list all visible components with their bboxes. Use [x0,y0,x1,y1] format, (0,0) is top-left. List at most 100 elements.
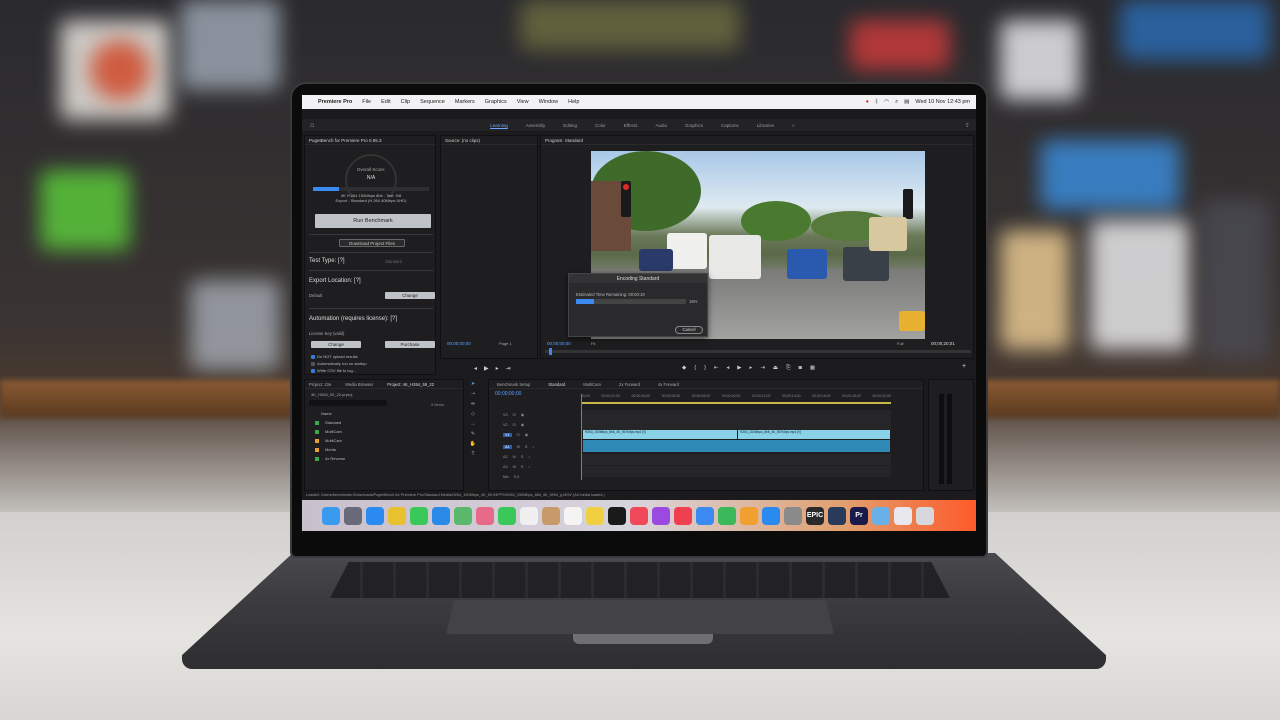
facetime-icon[interactable] [498,506,516,525]
track-header-a3[interactable]: A3 M S ♪ [503,462,577,471]
run-benchmark-button[interactable]: Run Benchmark [315,214,431,228]
lock-icon[interactable]: ⊡ [517,432,520,437]
tab-audio[interactable]: Audio [655,123,667,128]
tv-icon[interactable] [608,506,626,525]
step-forward-icon[interactable]: ▸ [750,365,753,371]
razor-tool-icon[interactable]: ◇ [471,411,475,417]
go-to-out-icon[interactable]: ⇥ [760,365,765,371]
reminders-icon[interactable] [564,506,582,525]
menu-help[interactable]: Help [568,99,579,105]
eye-icon[interactable]: ◉ [521,412,524,417]
music-icon[interactable] [630,506,648,525]
extract-icon[interactable]: ⎘ [786,365,790,372]
tab-learning[interactable]: Learning [490,123,508,128]
go-to-in-icon[interactable]: ⇤ [714,365,719,371]
track-header-v3[interactable]: V3 ⊡ ◉ [503,410,577,419]
checkbox-write-csv[interactable]: Write CSV file to log... [311,368,356,373]
workspace-more-button[interactable]: » [792,123,795,128]
ripple-edit-icon[interactable]: ⇹ [471,401,475,407]
project-search-input[interactable] [309,400,387,406]
checkbox-auto-run[interactable]: Automatically run on startup [311,361,367,366]
menu-graphics[interactable]: Graphics [485,99,507,105]
menu-edit[interactable]: Edit [381,99,390,105]
launchpad-icon[interactable] [344,506,362,525]
mail-icon[interactable] [432,506,450,525]
tab-captions[interactable]: Captions [721,123,739,128]
control-center-icon[interactable]: ▤ [904,99,909,105]
slip-tool-icon[interactable]: ↔ [471,421,476,427]
name-column-header[interactable]: Name [321,411,332,416]
finder-icon[interactable] [322,506,340,525]
safari-icon[interactable] [366,506,384,525]
calendar-icon[interactable] [520,506,538,525]
menu-sequence[interactable]: Sequence [420,99,445,105]
step-forward-icon[interactable]: ▸ [496,365,499,372]
program-timecode[interactable]: 00;00;00;00 [547,341,571,346]
insert-icon[interactable]: ⇥ [506,365,511,372]
selection-tool-icon[interactable]: ➤ [471,381,475,387]
track-lane[interactable] [581,454,891,465]
messages-icon[interactable] [410,506,428,525]
epic-games-icon[interactable]: EPIC [806,506,824,525]
mute-icon[interactable]: M [513,455,516,459]
menu-view[interactable]: View [517,99,529,105]
zoom-fit-select[interactable]: Fit [591,341,595,346]
tab-project-22e[interactable]: Project: 22e [309,382,331,387]
tab-graphics[interactable]: Graphics [685,123,703,128]
eye-icon[interactable]: ◉ [521,422,524,427]
track-header-a2[interactable]: A2 M S ♪ [503,452,577,461]
bluetooth-icon[interactable]: ᛒ [875,99,878,105]
test-type-select[interactable]: Standard [385,259,402,264]
news-icon[interactable] [674,506,692,525]
audio-clip[interactable] [583,440,890,452]
play-icon[interactable]: ▶ [737,365,741,371]
maps-icon[interactable] [454,506,472,525]
playhead[interactable] [549,348,552,355]
menu-markers[interactable]: Markers [455,99,475,105]
master-track[interactable]: Mix 0.0 [503,472,577,481]
mute-icon[interactable]: M [517,445,520,449]
settings-icon[interactable] [784,506,802,525]
menu-file[interactable]: File [362,99,371,105]
checkbox-no-upload[interactable]: Do NOT upload results [311,354,358,359]
wifi-icon[interactable]: ◠ [884,99,889,105]
mic-icon[interactable]: ♪ [532,445,534,449]
lock-icon[interactable]: ⊡ [513,422,516,427]
pen-tool-icon[interactable]: ✎ [471,431,475,437]
tab-color[interactable]: Color [595,123,606,128]
download-project-files-button[interactable]: Download Project Files [339,239,405,247]
type-tool-icon[interactable]: T [471,451,474,457]
step-back-icon[interactable]: ◂ [474,365,477,372]
contacts-icon[interactable] [542,506,560,525]
menu-window[interactable]: Window [539,99,559,105]
finder-window-icon[interactable] [894,506,912,525]
checkbox-box[interactable] [311,368,315,373]
keynote-icon[interactable] [696,506,714,525]
mark-out-icon[interactable]: } [704,365,706,371]
marker-icon[interactable]: ◆ [682,365,686,371]
tab-2x-forward[interactable]: 2x Forward [619,382,640,387]
list-item[interactable]: Media [315,447,336,452]
podcasts-icon[interactable] [652,506,670,525]
play-icon[interactable]: ▶ [484,365,489,372]
appstore-icon[interactable] [762,506,780,525]
add-button-icon[interactable]: + [962,363,966,370]
eye-icon[interactable]: ◉ [525,432,528,437]
solo-icon[interactable]: S [521,465,524,469]
video-clip[interactable]: H264_150Mbps_8bit_4K_59.94fps.mp4 [V] [738,430,890,439]
solo-icon[interactable]: S [525,445,528,449]
notes-icon[interactable] [586,506,604,525]
track-header-a1[interactable]: A1 M S ♪ [503,442,577,451]
tab-project-4k[interactable]: Project: 4K_H264_59_22 [387,382,434,387]
work-area-bar[interactable] [581,402,891,404]
timeline-ruler[interactable]: 00;00 00;00;02;00 00;00;04;00 00;00;06;0… [581,394,891,400]
track-lane[interactable] [581,466,891,477]
timeline-timecode[interactable]: 00;00;00;00 [495,391,521,397]
premiere-icon[interactable]: Pr [850,506,868,525]
camera-icon[interactable]: ◙ [799,365,802,371]
search-icon[interactable]: ⌕ [895,99,898,106]
photos-icon[interactable] [476,506,494,525]
checkbox-box[interactable] [311,361,315,366]
mic-icon[interactable]: ♪ [528,455,530,459]
mark-in-icon[interactable]: { [694,365,696,371]
